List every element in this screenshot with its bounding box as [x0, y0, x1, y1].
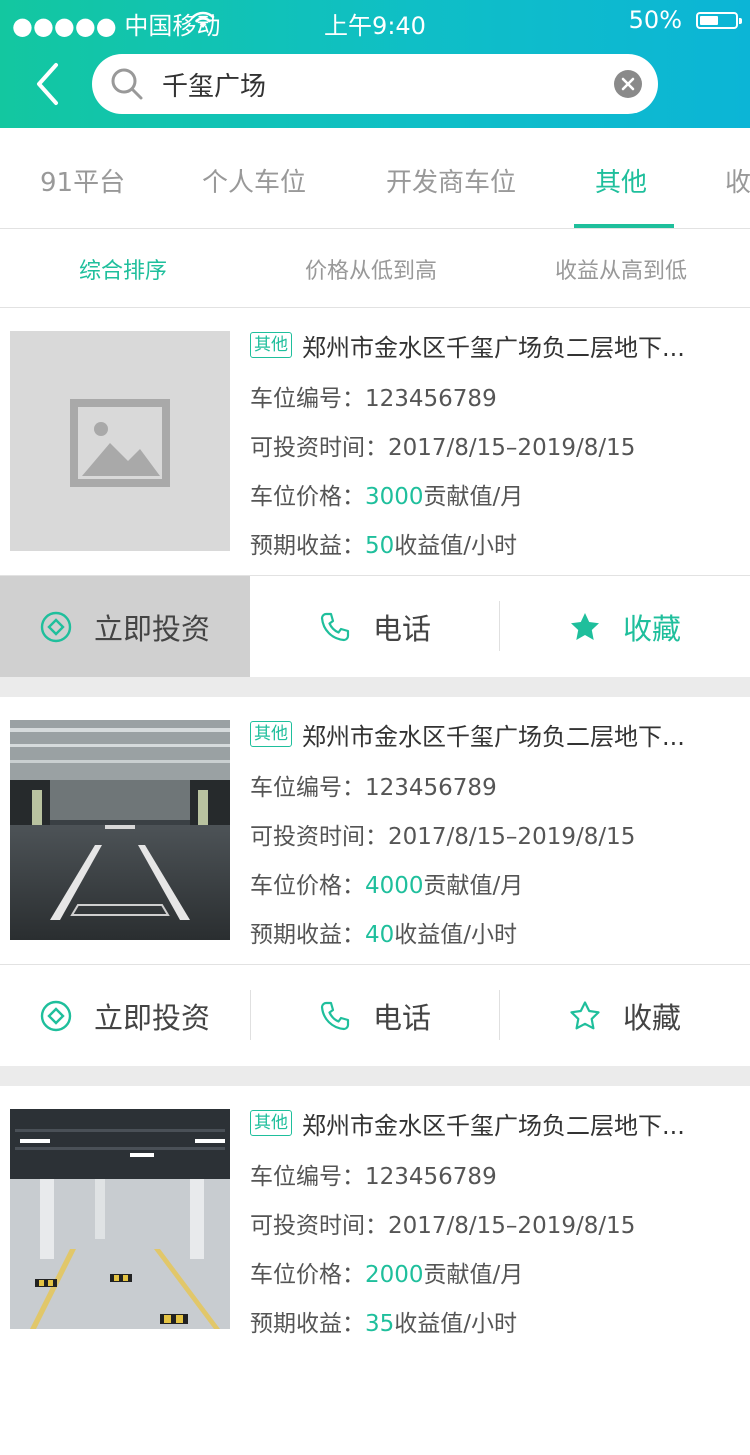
- tab-personal-space[interactable]: 个人车位: [202, 162, 306, 199]
- favorite-label: 收藏: [622, 1000, 681, 1035]
- parking-garage-image: [10, 1109, 230, 1329]
- battery-icon: [696, 12, 742, 29]
- listing-actions: 立即投资 电话 收藏: [0, 575, 750, 677]
- listing-image-placeholder: [10, 331, 230, 551]
- listing-actions: 立即投资 电话 收藏: [0, 964, 750, 1066]
- listing-info: 其他 郑州市金水区千玺广场负二层地下... 车位编号：123456789 可投资…: [250, 1108, 740, 1337]
- number-value: 123456789: [365, 775, 497, 801]
- favorite-button[interactable]: 收藏: [500, 576, 750, 677]
- phone-button[interactable]: 电话: [250, 965, 500, 1066]
- sort-bar: 综合排序 价格从低到高 收益从高到低: [0, 229, 750, 308]
- listing-card[interactable]: 其他 郑州市金水区千玺广场负二层地下... 车位编号：123456789 可投资…: [0, 1086, 750, 1455]
- status-bar: ●●●●● 中国移动 上午9:40 50%: [0, 0, 750, 40]
- price-label: 车位价格：: [250, 873, 365, 899]
- earnings-label: 预期收益：: [250, 533, 365, 559]
- tab-developer-space[interactable]: 开发商车位: [386, 162, 516, 199]
- category-tabs: 91平台 个人车位 开发商车位 其他 收: [0, 128, 750, 229]
- star-filled-icon: [569, 611, 601, 643]
- listing-image: [10, 720, 230, 940]
- earnings-value: 40: [365, 922, 395, 948]
- favorite-label: 收藏: [622, 611, 681, 646]
- earnings-unit: 收益值/小时: [394, 922, 518, 948]
- close-icon: [621, 77, 635, 91]
- price-label: 车位价格：: [250, 1262, 365, 1288]
- tab-91-platform[interactable]: 91平台: [40, 162, 125, 199]
- invest-button[interactable]: 立即投资: [0, 965, 250, 1066]
- invest-label: 立即投资: [93, 611, 210, 646]
- price-unit: 贡献值/月: [423, 1262, 524, 1288]
- period-value: 2017/8/15–2019/8/15: [388, 1213, 636, 1239]
- star-outline-icon: [569, 1000, 601, 1032]
- favorite-button[interactable]: 收藏: [500, 965, 750, 1066]
- number-label: 车位编号：: [250, 1164, 365, 1190]
- price-label: 车位价格：: [250, 484, 365, 510]
- listing-info: 其他 郑州市金水区千玺广场负二层地下... 车位编号：123456789 可投资…: [250, 330, 740, 559]
- header: ●●●●● 中国移动 上午9:40 50%: [0, 0, 750, 128]
- clear-search-button[interactable]: [614, 70, 642, 98]
- number-label: 车位编号：: [250, 775, 365, 801]
- price-value: 4000: [365, 873, 424, 899]
- period-label: 可投资时间：: [250, 435, 388, 461]
- listing-info: 其他 郑州市金水区千玺广场负二层地下... 车位编号：123456789 可投资…: [250, 719, 740, 948]
- phone-label: 电话: [372, 1000, 431, 1035]
- earnings-label: 预期收益：: [250, 1311, 365, 1337]
- listing-image: [10, 1109, 230, 1329]
- earnings-unit: 收益值/小时: [394, 533, 518, 559]
- active-tab-indicator: [574, 224, 674, 228]
- search-input[interactable]: [162, 64, 592, 104]
- phone-icon: [319, 611, 351, 643]
- period-label: 可投资时间：: [250, 824, 388, 850]
- phone-button[interactable]: 电话: [250, 576, 500, 677]
- tab-other[interactable]: 其他: [595, 162, 647, 199]
- category-tag: 其他: [250, 332, 292, 358]
- parking-garage-image: [10, 720, 230, 940]
- earnings-value: 35: [365, 1311, 395, 1337]
- phone-icon: [319, 1000, 351, 1032]
- earnings-unit: 收益值/小时: [394, 1311, 518, 1337]
- listing-card[interactable]: 其他 郑州市金水区千玺广场负二层地下... 车位编号：123456789 可投资…: [0, 308, 750, 677]
- listing-title: 郑州市金水区千玺广场负二层地下...: [302, 1111, 685, 1139]
- invest-icon: [40, 611, 72, 643]
- invest-label: 立即投资: [93, 1000, 210, 1035]
- category-tag: 其他: [250, 721, 292, 747]
- listing-title: 郑州市金水区千玺广场负二层地下...: [302, 333, 685, 361]
- earnings-label: 预期收益：: [250, 922, 365, 948]
- number-value: 123456789: [365, 386, 497, 412]
- number-label: 车位编号：: [250, 386, 365, 412]
- invest-button[interactable]: 立即投资: [0, 576, 250, 677]
- battery-percent: 50%: [628, 6, 682, 34]
- price-unit: 贡献值/月: [423, 484, 524, 510]
- period-value: 2017/8/15–2019/8/15: [388, 435, 636, 461]
- search-icon: [110, 67, 144, 105]
- sort-earnings-desc[interactable]: 收益从高到低: [555, 253, 687, 285]
- listing-card[interactable]: 其他 郑州市金水区千玺广场负二层地下... 车位编号：123456789 可投资…: [0, 697, 750, 1066]
- listing-title: 郑州市金水区千玺广场负二层地下...: [302, 722, 685, 750]
- tab-favorites[interactable]: 收: [725, 162, 750, 199]
- back-button[interactable]: [30, 62, 70, 106]
- earnings-value: 50: [365, 533, 395, 559]
- number-value: 123456789: [365, 1164, 497, 1190]
- phone-label: 电话: [372, 611, 431, 646]
- category-tag: 其他: [250, 1110, 292, 1136]
- price-unit: 贡献值/月: [423, 873, 524, 899]
- period-value: 2017/8/15–2019/8/15: [388, 824, 636, 850]
- price-value: 3000: [365, 484, 424, 510]
- period-label: 可投资时间：: [250, 1213, 388, 1239]
- image-placeholder-icon: [70, 399, 170, 487]
- price-value: 2000: [365, 1262, 424, 1288]
- search-bar[interactable]: [92, 54, 658, 114]
- sort-overall[interactable]: 综合排序: [79, 253, 167, 285]
- chevron-left-icon: [37, 63, 58, 105]
- sort-price-asc[interactable]: 价格从低到高: [305, 253, 437, 285]
- invest-icon: [40, 1000, 72, 1032]
